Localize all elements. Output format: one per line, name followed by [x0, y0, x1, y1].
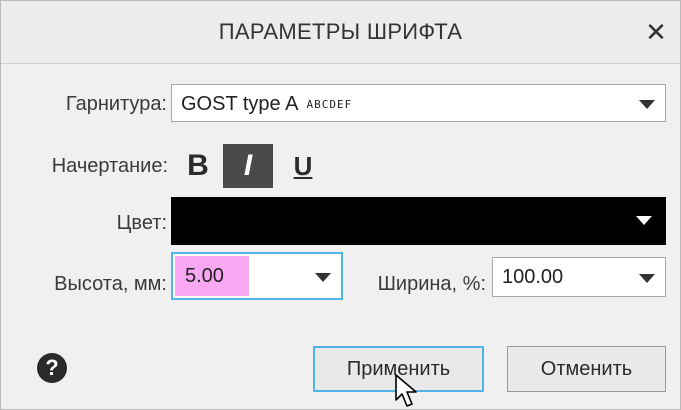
help-icon[interactable]: ? [37, 353, 67, 383]
underline-button[interactable]: U [284, 144, 322, 188]
typeface-name: GOST type A [181, 93, 299, 115]
typeface-value: GOST type A ABCDEF [181, 93, 352, 116]
typeface-label: Гарнитура: [65, 93, 167, 115]
chevron-down-icon [315, 273, 331, 282]
typeface-sample: ABCDEF [306, 98, 353, 111]
dialog-title: ПАРАМЕТРЫ ШРИФТА [218, 19, 463, 44]
font-settings-dialog: ПАРАМЕТРЫ ШРИФТА ✕ Гарнитура: GOST type … [0, 0, 681, 410]
italic-button[interactable]: I [223, 144, 273, 188]
style-label: Начертание: [51, 155, 168, 177]
width-label: Ширина, %: [377, 273, 486, 295]
color-label: Цвет: [116, 212, 167, 234]
chevron-down-icon [639, 274, 655, 283]
height-label: Высота, мм: [54, 273, 167, 295]
color-dropdown[interactable] [171, 197, 666, 245]
chevron-down-icon [636, 216, 652, 225]
chevron-down-icon [639, 100, 655, 109]
height-dropdown[interactable]: 5.00 [171, 252, 343, 300]
apply-button[interactable]: Применить [313, 346, 484, 392]
width-dropdown[interactable]: 100.00 [492, 257, 666, 297]
width-value: 100.00 [502, 266, 564, 288]
typeface-dropdown[interactable]: GOST type A ABCDEF [171, 84, 666, 122]
title-bar: ПАРАМЕТРЫ ШРИФТА ✕ [1, 1, 680, 64]
close-icon[interactable]: ✕ [640, 17, 672, 47]
bold-button[interactable]: B [179, 144, 217, 188]
cancel-button[interactable]: Отменить [507, 346, 666, 392]
height-value: 5.00 [185, 265, 224, 287]
